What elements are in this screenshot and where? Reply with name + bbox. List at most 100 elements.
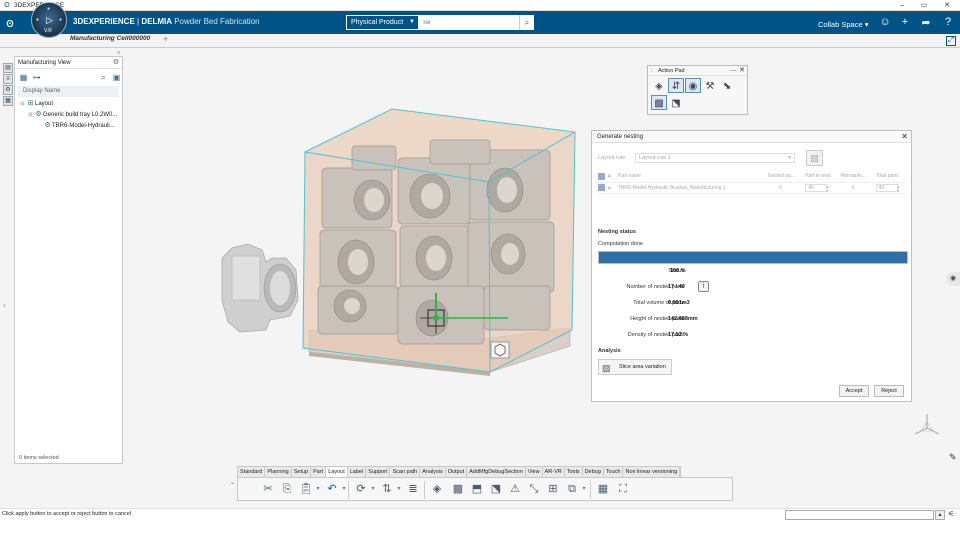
copy-icon[interactable]: ⎘	[279, 481, 295, 498]
toolbar-tab-scan-path[interactable]: Scan path	[390, 467, 421, 477]
table-row[interactable]: 🔒︎ TBR6-Model-Hydraulic Bracket_Manufact…	[597, 182, 907, 194]
pen-icon[interactable]: ✎	[949, 452, 957, 463]
measure-icon[interactable]: ⚠	[507, 481, 523, 498]
toolbar-tab-addmfgdebugsection[interactable]: AddMfgDebugSection	[467, 467, 526, 477]
toolbar-tab-support[interactable]: Support	[366, 467, 391, 477]
tree-node-hydraulic-part[interactable]: ⚙TBR6-Model-Hydrauli...	[15, 120, 122, 131]
grid-icon[interactable]: ⊞	[545, 481, 561, 498]
eye-icon[interactable]: ◉	[946, 272, 960, 286]
tab-manufacturing-cell[interactable]: Manufacturing Cell000000	[70, 35, 150, 47]
minimize-icon[interactable]: —	[730, 66, 736, 76]
orientation-triad-icon[interactable]	[912, 412, 942, 438]
command-menu-button[interactable]: ▴	[935, 510, 945, 520]
orient-tool-icon[interactable]: ◉	[685, 78, 701, 93]
share-icon[interactable]: ➦	[919, 16, 933, 29]
tray-icon[interactable]: ⬒	[469, 481, 485, 498]
product-type-select[interactable]: Physical Product ▼	[346, 15, 419, 30]
compass-widget[interactable]: ● ● ● ▷ V.R	[31, 2, 67, 38]
chevron-down-icon[interactable]: ▾	[369, 481, 377, 498]
toolbar-tab-analysis[interactable]: Analysis	[420, 467, 446, 477]
tree-view-icon[interactable]: ▤	[3, 63, 13, 73]
toolbar-tab-planning[interactable]: Planning	[265, 467, 292, 477]
layout-rule-edit-button[interactable]: ▧	[806, 150, 823, 166]
chevron-down-icon[interactable]: ▾	[580, 481, 588, 498]
duplicate-icon[interactable]: ⧉	[564, 481, 580, 498]
settings-strip-icon[interactable]: ⚙	[3, 85, 13, 95]
add-icon[interactable]: +	[898, 16, 912, 28]
tree-collapse-icon[interactable]: «	[117, 50, 120, 56]
orient-icon[interactable]: ◈	[429, 481, 445, 498]
part-tool-icon[interactable]: ⚒	[702, 78, 718, 93]
tree-node-layout[interactable]: ⊟ ⊞ Layout	[15, 98, 122, 109]
close-icon[interactable]: ✕	[901, 131, 908, 143]
close-button[interactable]: ✕	[941, 0, 953, 11]
toolbar-tab-output[interactable]: Output	[446, 467, 468, 477]
toolbar-tab-touch[interactable]: Touch	[604, 467, 624, 477]
accept-button[interactable]: Accept	[839, 385, 869, 397]
move-tool-icon[interactable]: ⬊	[719, 78, 735, 93]
toolbar-tab-view[interactable]: View	[526, 467, 543, 477]
gear-icon[interactable]: ⚙	[113, 57, 119, 69]
paste-icon[interactable]: 📋︎	[298, 481, 314, 498]
cut-icon[interactable]: ✂	[260, 481, 276, 498]
arrange-icon[interactable]: ⬔	[488, 481, 504, 498]
tag-icon[interactable]: ⌑	[526, 16, 531, 27]
transform-icon[interactable]: ⤡	[526, 481, 542, 498]
layout-tool-icon[interactable]: ⇵	[668, 78, 684, 93]
toolbar-tab-part[interactable]: Part	[311, 467, 327, 477]
ds-logo-icon[interactable]: ꙩ	[6, 15, 14, 31]
cube-icon[interactable]: ▦	[595, 481, 611, 498]
to-nest-stepper[interactable]: 40	[804, 182, 840, 194]
panel-icon[interactable]: ▦	[3, 96, 13, 106]
search-icon[interactable]: ⌕	[98, 72, 109, 83]
tree-node-build-tray[interactable]: ⊟ ⚙Generic build tray L0.2W0...	[15, 109, 122, 120]
align-icon[interactable]: ≣	[405, 481, 421, 498]
table-view-icon[interactable]: ▦	[18, 72, 29, 83]
left-collapse-arrow-icon[interactable]: ‹	[3, 300, 6, 310]
user-icon[interactable]: ☺	[878, 16, 892, 28]
toolbar-tab-ar-vr[interactable]: AR-VR	[543, 467, 565, 477]
collab-space-menu[interactable]: Collab Space ▾	[818, 20, 868, 29]
add-tab-button[interactable]: +	[163, 34, 168, 44]
chevron-down-icon[interactable]: ▾	[340, 481, 348, 498]
status-options-icon[interactable]: ⚟	[948, 510, 954, 518]
hydraulic-bracket-part[interactable]	[221, 243, 299, 333]
toolbar-tab-standard[interactable]: Standard	[238, 467, 266, 477]
grip-icon[interactable]: ⁞	[651, 66, 653, 76]
snap-icon[interactable]: ⟳	[353, 481, 369, 498]
expand-icon[interactable]: ⛶	[615, 481, 631, 498]
select-all-checkbox[interactable]	[597, 171, 607, 183]
command-input[interactable]	[785, 510, 934, 520]
info-icon[interactable]: i	[698, 281, 709, 292]
toolbar-tab-tools[interactable]: Tools	[565, 467, 583, 477]
minimize-button[interactable]: –	[896, 0, 908, 11]
chevron-down-icon[interactable]: ▾	[395, 481, 403, 498]
fullscreen-icon[interactable]: ⤢	[946, 36, 956, 46]
toolbar-expand-icon[interactable]: ⌄	[228, 477, 237, 501]
tree-structure-icon[interactable]: ⊶	[31, 72, 42, 83]
view-cube-icon[interactable]	[490, 341, 510, 359]
toolbar-tab-setup[interactable]: Setup	[292, 467, 312, 477]
row-checkbox[interactable]	[597, 182, 607, 194]
nesting-icon[interactable]: ◈	[651, 78, 667, 93]
maximize-button[interactable]: ▭	[918, 0, 930, 11]
chevron-down-icon[interactable]: ▾	[314, 481, 322, 498]
layout-rule-select[interactable]: Layout rule.1 ▾	[635, 153, 795, 163]
close-icon[interactable]: ✕	[739, 66, 745, 76]
toolbar-tab-layout[interactable]: Layout	[326, 467, 348, 477]
toolbar-tab-debug[interactable]: Debug	[583, 467, 604, 477]
total-stepper[interactable]: 40	[874, 182, 907, 194]
layers-icon[interactable]: ≡	[3, 74, 13, 84]
filter-icon[interactable]: ▣	[111, 72, 122, 83]
arrange-icon[interactable]: ⬔	[668, 95, 684, 110]
undo-icon[interactable]: ↶	[324, 481, 340, 498]
generate-nesting-icon[interactable]: ▩	[651, 95, 667, 110]
layout-tool-icon[interactable]: ⇅	[379, 481, 395, 498]
reject-button[interactable]: Reject	[874, 385, 904, 397]
toolbar-tab-non-linear-versioning[interactable]: Non linear versioning	[623, 467, 681, 477]
search-input[interactable]	[419, 15, 519, 30]
nesting-icon[interactable]: ▩	[450, 481, 466, 498]
toolbar-tab-label[interactable]: Label	[348, 467, 367, 477]
help-icon[interactable]: ?	[941, 16, 955, 28]
slice-area-variation-button[interactable]: ▨ Slice area variation	[598, 359, 672, 375]
